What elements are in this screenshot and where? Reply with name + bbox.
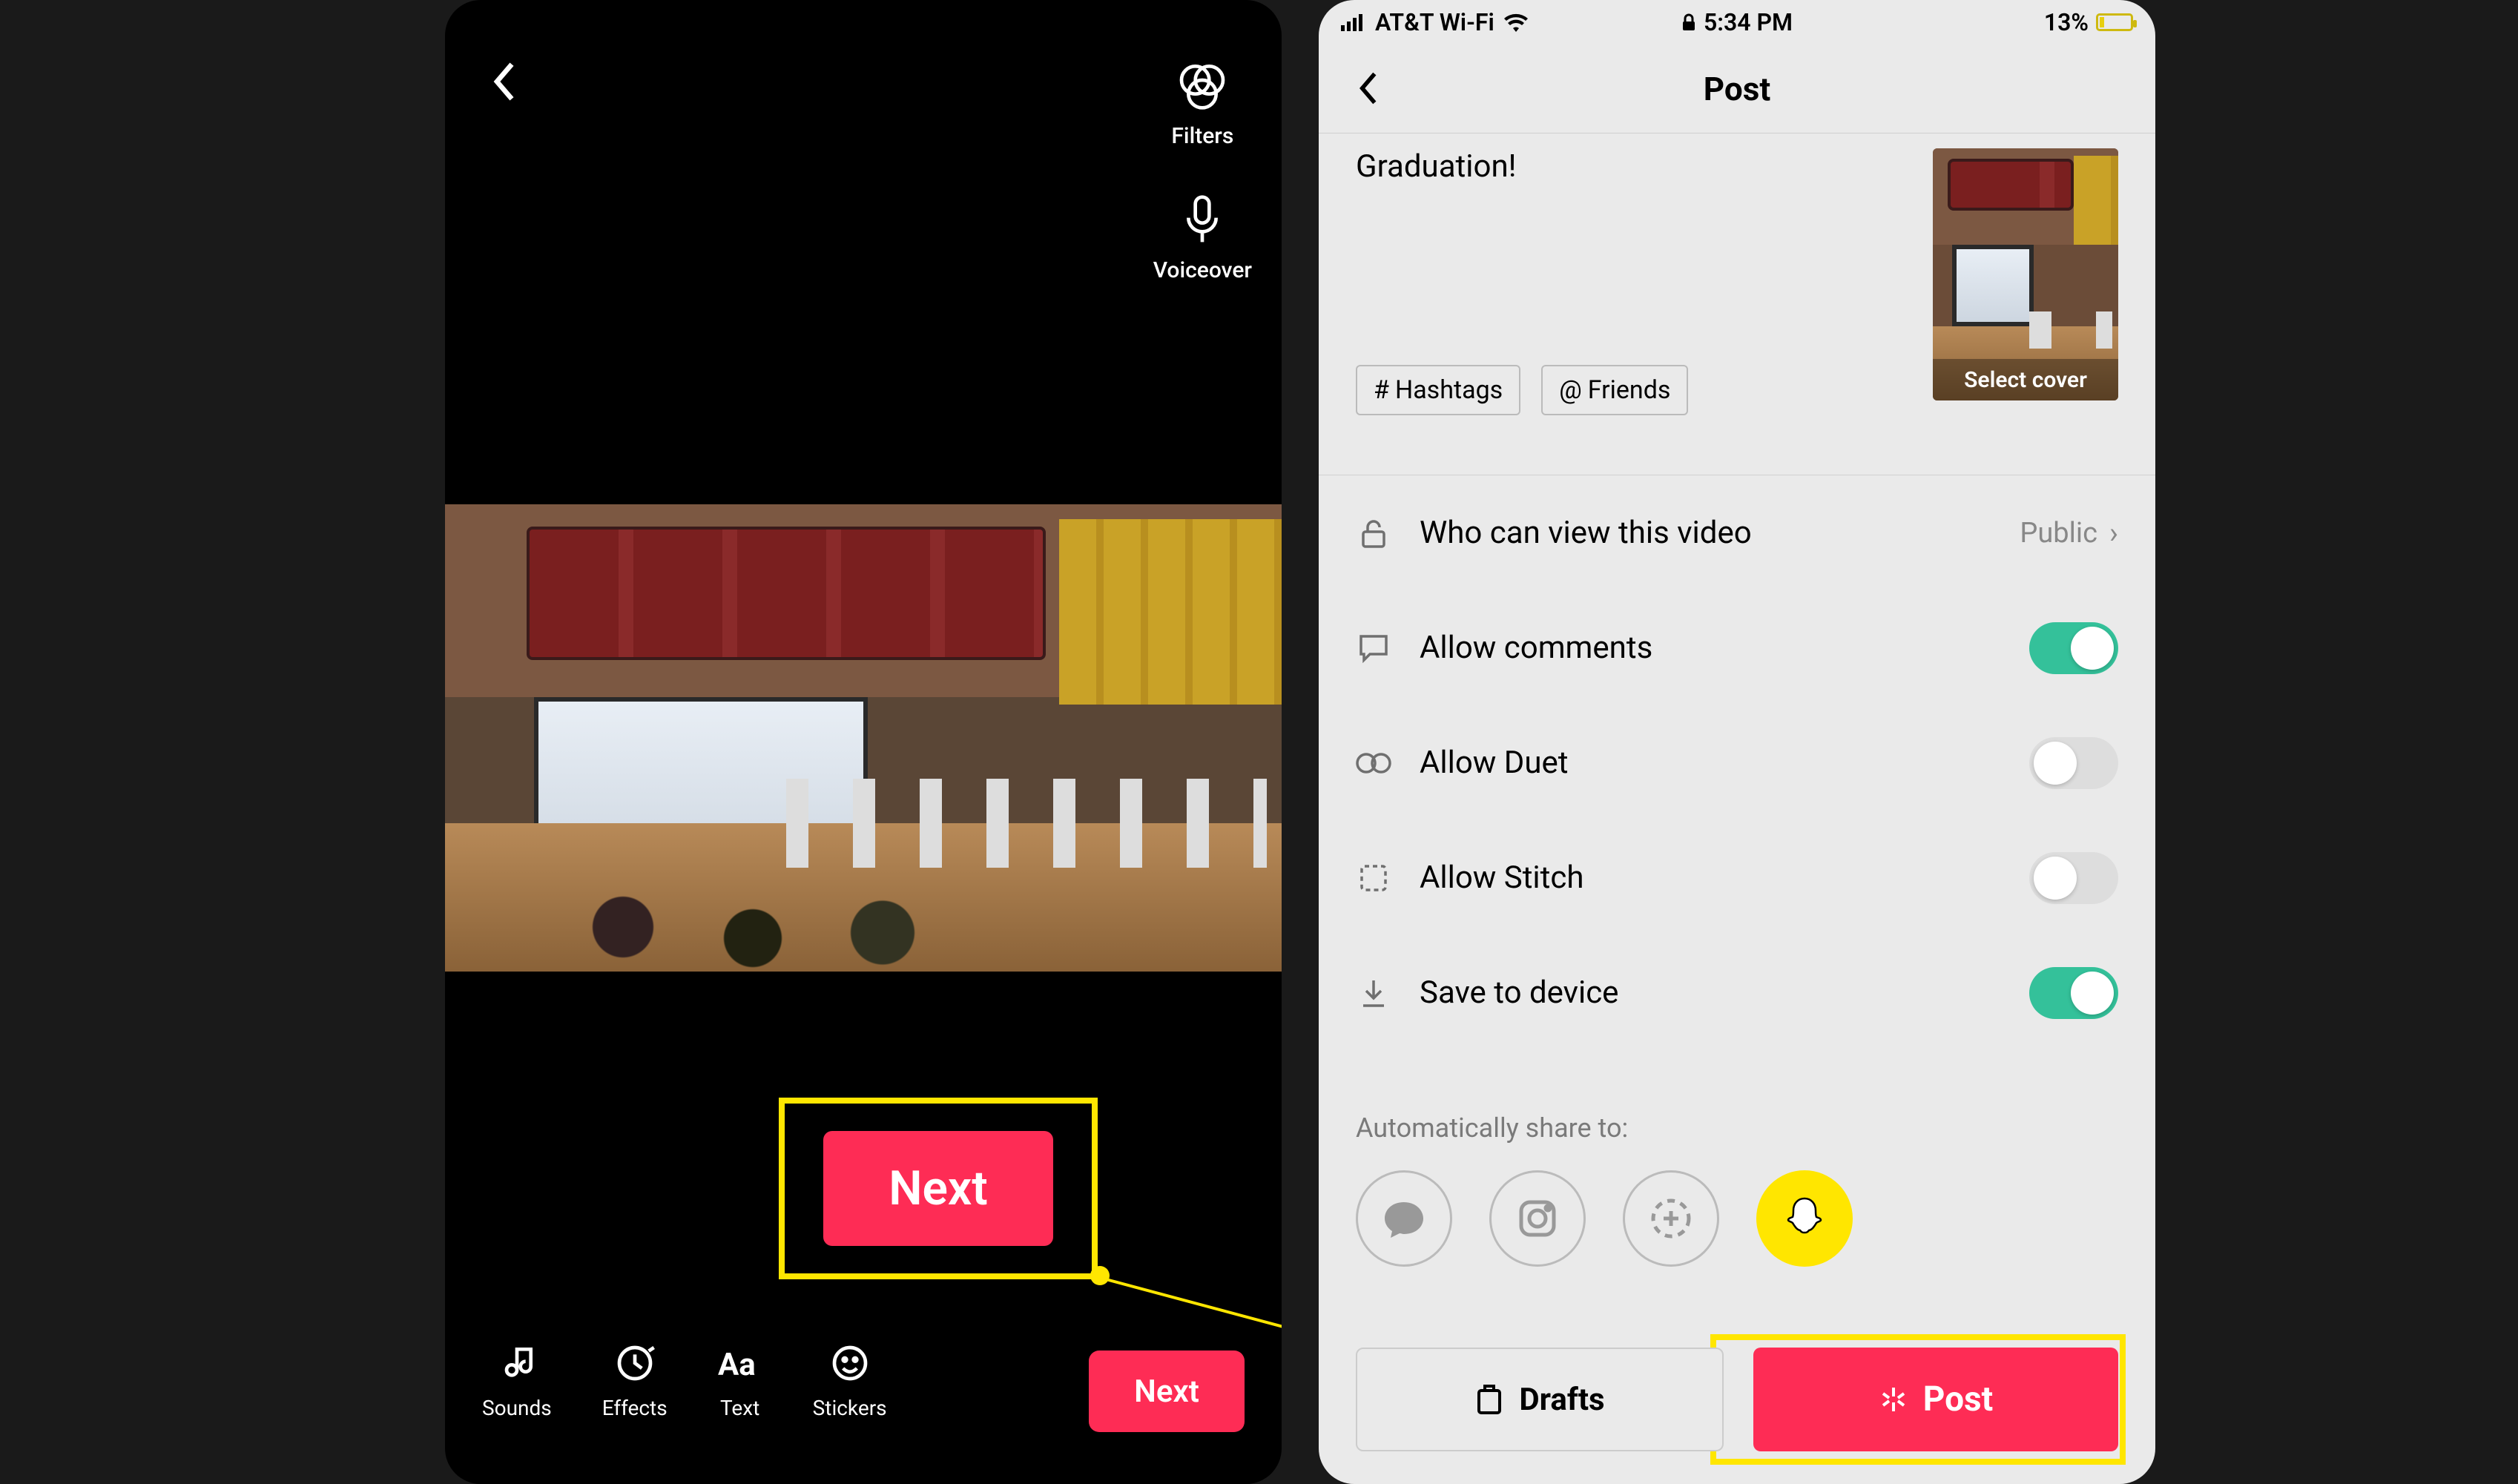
cover-label: Select cover: [1933, 359, 2118, 400]
signal-icon: [1341, 13, 1366, 31]
text-aa-icon: Aa: [718, 1341, 762, 1385]
share-messages[interactable]: [1356, 1170, 1452, 1267]
privacy-row[interactable]: Who can view this video Public ›: [1319, 475, 2155, 590]
drafts-label: Drafts: [1519, 1382, 1604, 1418]
stitch-row: Allow Stitch: [1319, 820, 2155, 935]
clock-label: 5:34 PM: [1704, 8, 1793, 36]
back-button[interactable]: [490, 59, 534, 104]
sticker-smiley-icon: [828, 1341, 872, 1385]
friends-label: Friends: [1588, 375, 1671, 405]
music-note-icon: [495, 1341, 539, 1385]
lock-icon: [1681, 13, 1696, 32]
mention-icon: @: [1559, 375, 1582, 405]
drafts-icon: [1474, 1383, 1504, 1416]
share-stories[interactable]: [1623, 1170, 1719, 1267]
clock-effects-icon: [613, 1341, 657, 1385]
voiceover-label: Voiceover: [1153, 257, 1252, 283]
chevron-right-icon: ›: [2109, 515, 2118, 550]
snapchat-ghost-icon: [1781, 1196, 1828, 1241]
download-icon: [1356, 975, 1391, 1011]
voiceover-button[interactable]: Voiceover: [1153, 194, 1252, 283]
post-settings: Who can view this video Public › Allow c…: [1319, 475, 2155, 1050]
sounds-button[interactable]: Sounds: [482, 1341, 552, 1420]
hashtags-label: Hashtags: [1395, 375, 1503, 405]
stitch-icon: [1356, 860, 1391, 896]
comments-row: Allow comments: [1319, 590, 2155, 705]
stitch-label: Allow Stitch: [1420, 860, 2029, 896]
tutorial-frame: Filters Voiceover: [0, 0, 2518, 1484]
wifi-icon: [1503, 13, 1529, 32]
next-button-small-label: Next: [1134, 1373, 1199, 1410]
instagram-icon: [1515, 1196, 1560, 1241]
hashtags-button[interactable]: # Hashtags: [1356, 365, 1520, 415]
friends-button[interactable]: @ Friends: [1541, 365, 1688, 415]
privacy-value: Public: [2020, 517, 2097, 550]
editor-right-toolbar: Filters Voiceover: [1153, 59, 1252, 283]
carrier-label: AT&T Wi-Fi: [1375, 8, 1494, 36]
duet-row: Allow Duet: [1319, 705, 2155, 820]
privacy-label: Who can view this video: [1420, 515, 2020, 551]
cover-selector[interactable]: Select cover: [1933, 148, 2118, 400]
hashtag-icon: #: [1374, 375, 1389, 405]
text-label: Text: [720, 1396, 759, 1420]
stories-plus-icon: [1647, 1195, 1695, 1242]
battery-icon: [2096, 13, 2133, 31]
comments-toggle[interactable]: [2029, 622, 2118, 674]
post-footer: Drafts Post: [1356, 1348, 2118, 1451]
duet-toggle[interactable]: [2029, 737, 2118, 789]
effects-label: Effects: [602, 1396, 668, 1420]
svg-text:Aa: Aa: [718, 1347, 756, 1382]
post-label: Post: [1923, 1379, 1994, 1419]
filters-label: Filters: [1171, 123, 1233, 149]
unlock-icon: [1356, 515, 1391, 551]
stickers-label: Stickers: [813, 1396, 887, 1420]
duet-icon: [1356, 745, 1391, 781]
filters-icon: [1176, 59, 1228, 111]
editor-screen: Filters Voiceover: [445, 0, 1282, 1484]
duet-label: Allow Duet: [1420, 745, 2029, 781]
post-button[interactable]: Post: [1753, 1348, 2118, 1451]
save-row: Save to device: [1319, 935, 2155, 1050]
save-toggle[interactable]: [2029, 967, 2118, 1019]
drafts-button[interactable]: Drafts: [1356, 1348, 1724, 1451]
next-button-label: Next: [889, 1161, 988, 1216]
save-label: Save to device: [1420, 975, 2029, 1011]
text-button[interactable]: Aa Text: [718, 1341, 762, 1420]
effects-button[interactable]: Effects: [602, 1341, 668, 1420]
post-screen: AT&T Wi-Fi 5:34: [1319, 0, 2155, 1484]
stitch-toggle[interactable]: [2029, 852, 2118, 904]
filters-button[interactable]: Filters: [1171, 59, 1233, 149]
microphone-icon: [1176, 194, 1228, 245]
share-snapchat[interactable]: [1756, 1170, 1853, 1267]
comments-label: Allow comments: [1420, 630, 2029, 666]
caption-area: Graduation! # Hashtags @ Friends Select …: [1356, 148, 2118, 445]
page-title: Post: [1704, 70, 1770, 108]
share-label: Automatically share to:: [1356, 1112, 2118, 1144]
stickers-button[interactable]: Stickers: [813, 1341, 887, 1420]
post-spark-icon: [1879, 1385, 1908, 1414]
next-button-enlarged[interactable]: Next: [823, 1131, 1053, 1246]
status-bar: AT&T Wi-Fi 5:34: [1319, 0, 2155, 44]
sounds-label: Sounds: [482, 1396, 552, 1420]
share-instagram[interactable]: [1489, 1170, 1586, 1267]
video-preview: [445, 504, 1282, 972]
comment-icon: [1356, 630, 1391, 666]
chat-bubble-icon: [1382, 1198, 1426, 1239]
next-button[interactable]: Next: [1089, 1351, 1245, 1432]
battery-pct-label: 13%: [2044, 8, 2089, 36]
post-header: Post: [1319, 44, 2155, 133]
share-section: Automatically share to:: [1356, 1112, 2118, 1267]
